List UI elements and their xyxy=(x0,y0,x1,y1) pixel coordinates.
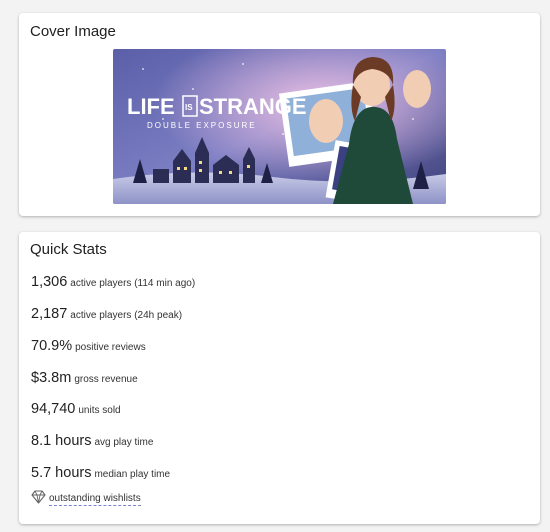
stat-units-sold: 94,740 units sold xyxy=(31,400,121,418)
cover-image: LIFE IS STRANGE DOUBLE EXPOSURE xyxy=(113,49,446,204)
logo-life: LIFE xyxy=(127,94,175,119)
logo-strange: STRANGE xyxy=(199,94,307,119)
cover-image-title: Cover Image xyxy=(30,23,116,40)
outstanding-wishlists-row[interactable]: outstanding wishlists xyxy=(31,490,141,509)
stat-value: 94,740 xyxy=(31,401,76,417)
stat-label: median play time xyxy=(94,469,171,480)
stat-label: avg play time xyxy=(94,437,154,448)
stat-label: gross revenue xyxy=(74,374,138,385)
stat-value: $3.8m xyxy=(31,370,72,386)
stat-active-players: 1,306 active players (114 min ago) xyxy=(31,273,195,291)
stat-value: 8.1 hours xyxy=(31,433,92,449)
quick-stats-card: Quick Stats 1,306 active players (114 min… xyxy=(19,232,540,524)
outstanding-wishlists-link[interactable]: outstanding wishlists xyxy=(49,493,141,506)
stat-value: 5.7 hours xyxy=(31,465,92,481)
stat-label: units sold xyxy=(78,405,121,416)
stat-peak-players: 2,187 active players (24h peak) xyxy=(31,305,182,323)
stat-value: 2,187 xyxy=(31,306,68,322)
quick-stats-title: Quick Stats xyxy=(30,241,107,258)
cover-image-card: Cover Image LIFE IS STRANGE DOUBLE EXPOS… xyxy=(19,13,540,216)
diamond-icon xyxy=(31,490,46,509)
stat-gross-revenue: $3.8m gross revenue xyxy=(31,369,138,387)
stat-avg-play-time: 8.1 hours avg play time xyxy=(31,432,153,450)
stat-value: 1,306 xyxy=(31,274,68,290)
stat-median-play-time: 5.7 hours median play time xyxy=(31,464,170,482)
logo-double-exposure: DOUBLE EXPOSURE xyxy=(147,121,257,130)
stat-label: active players (24h peak) xyxy=(70,310,183,321)
stat-label: active players (114 min ago) xyxy=(70,278,196,289)
logo-is: IS xyxy=(185,103,193,112)
stat-value: 70.9% xyxy=(31,338,73,354)
stat-positive-reviews: 70.9% positive reviews xyxy=(31,337,146,355)
stat-label: positive reviews xyxy=(75,342,146,353)
